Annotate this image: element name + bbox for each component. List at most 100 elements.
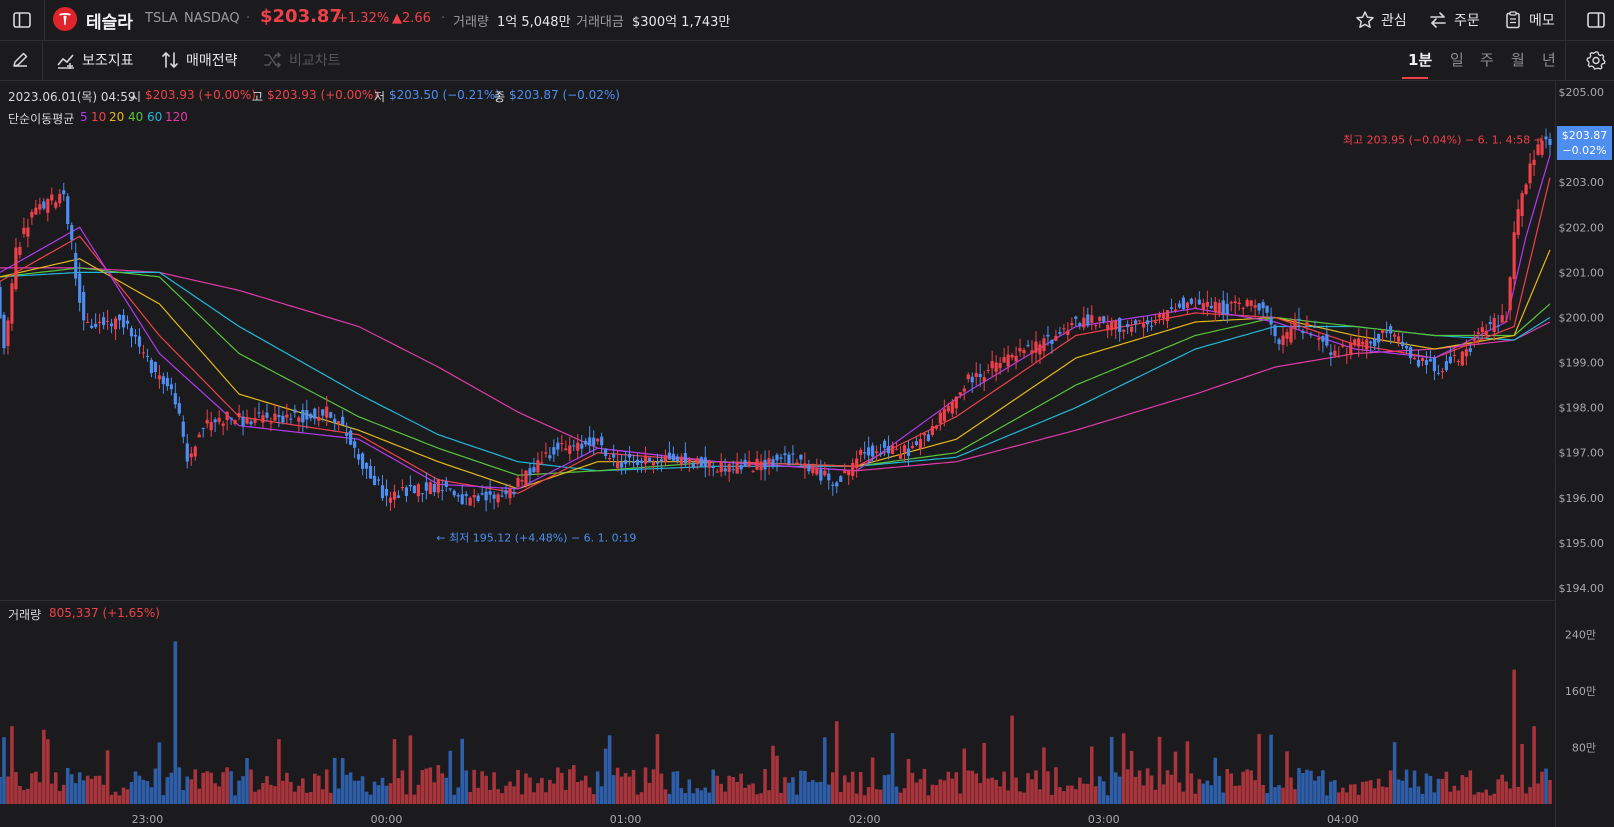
candle-body: [66, 196, 70, 225]
volume-bar: [1237, 785, 1241, 804]
candle-body: [1400, 341, 1405, 346]
volume-bar: [221, 772, 225, 804]
candle-body: [1321, 336, 1325, 342]
candle-body: [169, 384, 173, 390]
candle-body: [1456, 361, 1460, 363]
candle-body: [1173, 309, 1178, 311]
volume-bar: [599, 786, 604, 804]
candle-body: [855, 458, 859, 469]
candle-body: [875, 451, 879, 454]
candle-body: [1070, 323, 1074, 326]
candle-body: [1484, 330, 1488, 337]
candle-body: [1305, 322, 1309, 327]
candle-body: [612, 453, 616, 458]
volume-bar: [687, 779, 692, 804]
volume-bar: [189, 779, 194, 804]
volume-bar: [918, 779, 923, 804]
candle-body: [1209, 305, 1213, 309]
candle-body: [540, 462, 544, 464]
candle-body: [608, 458, 612, 460]
volume-bar: [1333, 780, 1337, 804]
current-price-tag: $203.87 −0.02%: [1557, 126, 1612, 160]
candle-body: [368, 466, 373, 479]
candle-body: [42, 201, 46, 209]
candle-body: [357, 454, 361, 460]
volume-bar: [356, 780, 361, 804]
volume-bar: [1249, 770, 1253, 804]
candle-body: [843, 469, 847, 474]
volume-bar: [719, 783, 723, 804]
volume-bar: [408, 735, 413, 804]
price-chart[interactable]: $205.00$204.00$203.00$202.00$201.00$200.…: [0, 0, 1614, 827]
volume-bar: [1364, 781, 1369, 804]
y-tick-label: $194.00: [1559, 582, 1605, 595]
volume-bar: [711, 769, 716, 804]
volume-bar: [26, 788, 30, 804]
candle-body: [1241, 307, 1245, 309]
candle-body: [998, 362, 1002, 369]
volume-bar: [309, 792, 313, 804]
candle-body: [1026, 344, 1030, 347]
volume-bar: [185, 776, 190, 804]
low-annotation: ← 최저 195.12 (+4.48%) − 6. 1. 0:19: [436, 531, 636, 544]
candle-body: [767, 458, 771, 465]
volume-bar: [396, 778, 401, 804]
candle-body: [715, 471, 719, 473]
volume-bar: [249, 769, 253, 804]
volume-bar: [496, 789, 500, 804]
volume-bar: [1305, 769, 1309, 804]
candle-body: [432, 484, 436, 493]
volume-bar: [667, 793, 672, 804]
candle-body: [711, 466, 715, 469]
candle-body: [1185, 302, 1189, 308]
volume-bar: [512, 786, 516, 804]
candle-body: [1277, 339, 1281, 345]
volume-bar: [480, 771, 484, 804]
volume-bar: [862, 795, 867, 804]
volume-bar: [1460, 775, 1465, 804]
volume-bar: [966, 770, 971, 804]
volume-bar: [1480, 792, 1485, 804]
volume-bar: [1356, 794, 1361, 804]
candle-body: [412, 485, 416, 494]
volume-bar: [316, 775, 321, 804]
candle-body: [1074, 316, 1078, 319]
volume-bar: [998, 786, 1002, 804]
volume-bar: [1253, 780, 1257, 804]
x-tick-label: 03:00: [1088, 813, 1120, 826]
candle-body: [349, 430, 353, 445]
candle-body: [416, 484, 420, 497]
candle-body: [472, 495, 476, 498]
volume-bar: [771, 745, 775, 804]
volume-bar: [1309, 770, 1313, 804]
volume-bar: [807, 781, 811, 804]
candle-body: [524, 470, 528, 486]
volume-bar: [380, 777, 385, 804]
candle-body: [600, 436, 604, 446]
volume-bar: [540, 777, 544, 804]
candle-body: [201, 427, 205, 429]
candle-body: [532, 467, 536, 473]
candle-body: [1357, 338, 1361, 347]
volume-bar: [834, 721, 839, 804]
volume-bar: [1464, 777, 1469, 804]
volume-bar: [97, 775, 102, 804]
ma-10-line: [0, 177, 1551, 494]
candle-body: [1361, 341, 1365, 345]
volume-bar: [328, 792, 333, 804]
volume-bar: [348, 772, 353, 804]
candle-body: [1189, 298, 1193, 304]
volume-bar: [858, 772, 863, 804]
volume-bar: [1089, 746, 1094, 804]
candle-body: [962, 388, 966, 392]
volume-bar: [61, 784, 66, 804]
candle-body: [353, 441, 357, 448]
candle-body: [253, 418, 257, 423]
candle-body: [149, 359, 154, 374]
volume-bar: [942, 780, 947, 804]
candle-body: [1269, 316, 1273, 325]
candle-body: [1404, 345, 1409, 349]
candle-body: [815, 467, 819, 475]
volume-bar: [982, 742, 986, 804]
candle-body: [890, 445, 895, 454]
